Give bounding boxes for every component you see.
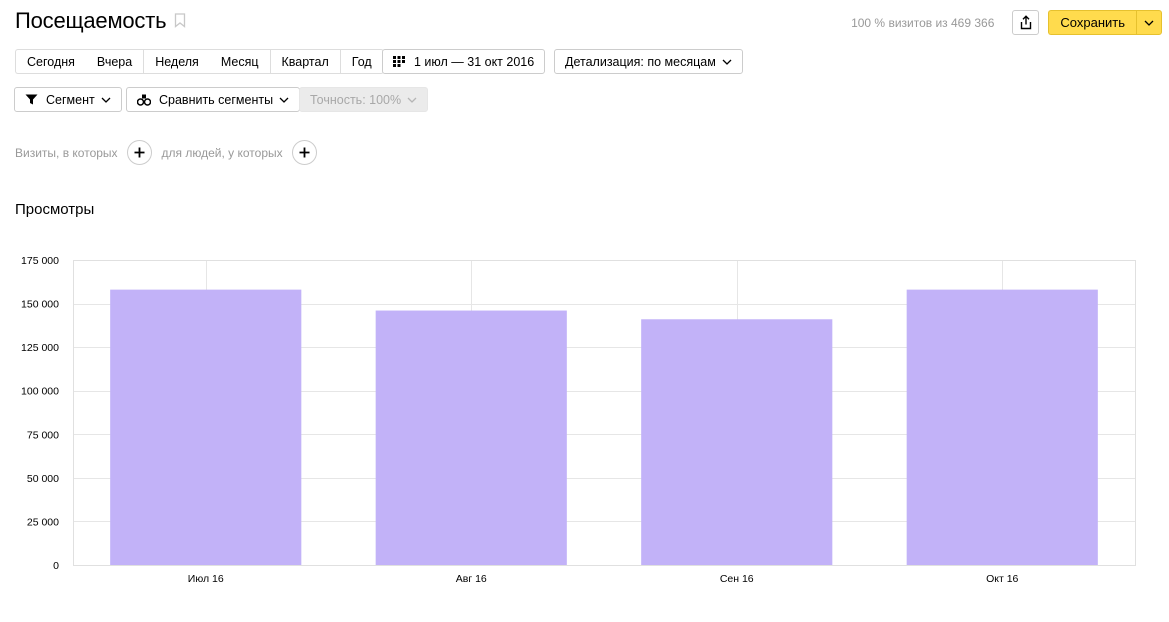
detail-dropdown[interactable]: Детализация: по месяцам	[554, 49, 743, 74]
chevron-down-icon	[407, 97, 417, 103]
y-tick-label: 150 000	[21, 299, 59, 311]
bar[interactable]	[641, 319, 833, 565]
period-week[interactable]: Неделя	[143, 49, 210, 74]
add-visit-condition-button[interactable]	[126, 140, 152, 165]
x-tick-label: Июл 16	[188, 573, 224, 585]
date-range-label: 1 июл — 31 окт 2016	[414, 54, 535, 69]
plus-icon	[299, 147, 310, 158]
save-menu-button[interactable]	[1136, 10, 1162, 35]
detail-label: Детализация: по месяцам	[565, 54, 716, 69]
period-yesterday[interactable]: Вчера	[85, 49, 144, 74]
x-tick-label: Окт 16	[986, 573, 1018, 585]
chevron-down-icon	[1144, 20, 1154, 26]
visits-filter-label: Визиты, в которых	[15, 145, 118, 160]
period-year[interactable]: Год	[339, 49, 384, 74]
chevron-down-icon	[722, 59, 732, 65]
calendar-icon	[393, 56, 406, 67]
y-tick-label: 100 000	[21, 386, 59, 398]
filter-row: Визиты, в которых для людей, у которых	[15, 140, 327, 165]
compare-icon	[137, 94, 151, 106]
accuracy-dropdown: Точность: 100%	[299, 87, 429, 112]
y-tick-label: 125 000	[21, 342, 59, 354]
chevron-down-icon	[279, 97, 289, 103]
y-tick-label: 50 000	[27, 473, 59, 485]
save-button[interactable]: Сохранить	[1048, 10, 1136, 35]
people-filter-label: для людей, у которых	[161, 145, 283, 160]
y-tick-label: 0	[53, 560, 59, 572]
y-tick-label: 175 000	[21, 255, 59, 267]
save-group: Сохранить	[1048, 10, 1162, 35]
x-tick-label: Сен 16	[720, 573, 754, 585]
period-quarter[interactable]: Квартал	[269, 49, 340, 74]
y-tick-label: 25 000	[27, 516, 59, 528]
compare-label: Сравнить сегменты	[159, 92, 274, 107]
visits-info: 100 % визитов из 469 366	[851, 15, 995, 30]
bar[interactable]	[906, 289, 1098, 565]
period-selector: Сегодня Вчера Неделя Месяц Квартал Год	[15, 49, 384, 74]
date-range-button[interactable]: 1 июл — 31 окт 2016	[382, 49, 546, 74]
bar-chart: 0 25 000 50 000 75 000 100 000 125 000 150 000…	[21, 255, 1136, 585]
metric-title: Просмотры	[15, 201, 95, 218]
title-row: Посещаемость	[15, 8, 186, 34]
bar[interactable]	[110, 289, 302, 565]
bookmark-icon[interactable]	[174, 13, 186, 33]
compare-segments-dropdown[interactable]: Сравнить сегменты	[126, 87, 301, 112]
bar[interactable]	[375, 310, 567, 565]
share-button[interactable]	[1012, 10, 1040, 35]
segment-dropdown[interactable]: Сегмент	[14, 87, 122, 112]
add-people-condition-button[interactable]	[291, 140, 317, 165]
period-today[interactable]: Сегодня	[15, 49, 86, 74]
x-tick-label: Авг 16	[456, 573, 487, 585]
y-tick-label: 75 000	[27, 429, 59, 441]
filter-icon	[25, 94, 38, 105]
share-icon	[1020, 15, 1032, 30]
period-month[interactable]: Месяц	[209, 49, 270, 74]
header-actions: 100 % визитов из 469 366 Сохранить	[851, 10, 1162, 35]
page-title: Посещаемость	[15, 8, 167, 33]
accuracy-label: Точность: 100%	[310, 92, 402, 107]
chevron-down-icon	[101, 97, 111, 103]
plus-icon	[134, 147, 145, 158]
segment-label: Сегмент	[46, 92, 95, 107]
